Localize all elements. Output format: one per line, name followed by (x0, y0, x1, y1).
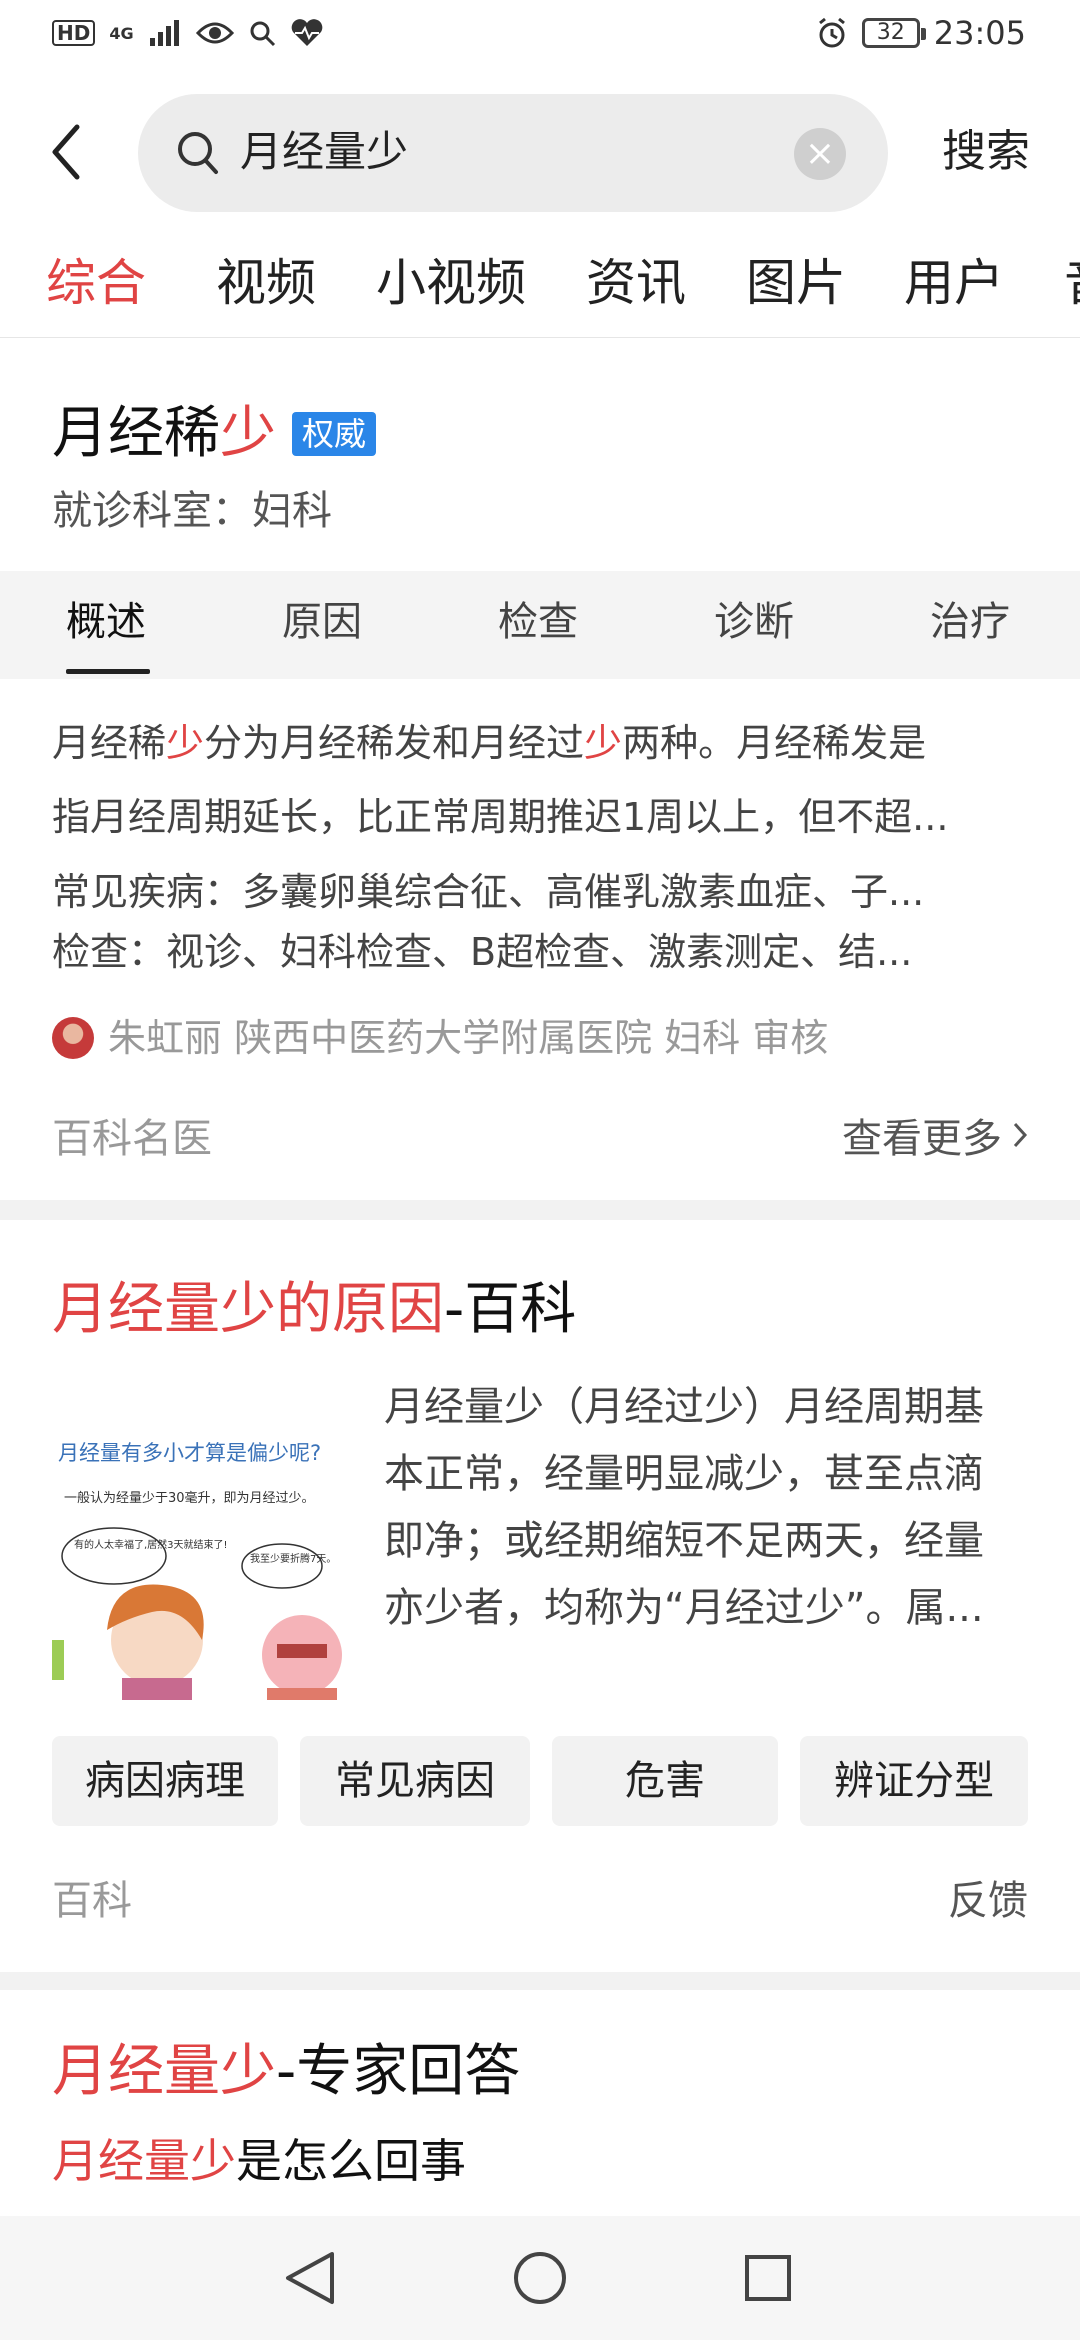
tab-short-video[interactable]: 小视频 (376, 248, 526, 318)
card1-title-row[interactable]: 月经稀少 权威 (52, 396, 377, 472)
chip-harm[interactable]: 危害 (552, 1736, 778, 1826)
square-recents-icon (745, 2255, 791, 2301)
card1-sub-tabs: 概述 原因 检查 诊断 治疗 (0, 571, 1080, 679)
search-input[interactable]: 月经量少 × (138, 94, 888, 212)
card2-source: 百科 (52, 1878, 132, 1924)
search-status-icon (250, 21, 275, 47)
subtab-examination[interactable]: 检查 (498, 591, 578, 653)
chip-syndrome-types[interactable]: 辨证分型 (800, 1736, 1028, 1826)
svg-text:我至少要折腾7天。: 我至少要折腾7天。 (250, 1552, 336, 1565)
svg-text:有的人太幸福了,居然3天就结束了!: 有的人太幸福了,居然3天就结束了! (74, 1538, 228, 1551)
status-bar: HD 4G 32 23:05 (0, 0, 1080, 76)
subtab-causes[interactable]: 原因 (282, 591, 362, 653)
article-excerpt[interactable]: 月经量少（月经过少）月经周期基 本正常，经量明显减少，甚至点滴 即净；或经期缩短… (384, 1374, 1034, 1642)
excerpt-line: 即净；或经期缩短不足两天，经量 (384, 1518, 984, 1564)
triangle-back-icon (286, 2252, 334, 2304)
battery-icon: 32 (861, 18, 926, 48)
nav-back-button[interactable] (278, 2246, 342, 2310)
card2-title[interactable]: 月经量少的原因-百科 (52, 1270, 576, 1350)
search-query[interactable]: 月经量少 (240, 122, 408, 182)
reviewer-row[interactable]: 朱虹丽 陕西中医药大学附属医院 妇科 审核 (52, 1010, 828, 1066)
article-thumbnail[interactable]: 月经量有多小才算是偏少呢? 一般认为经量少于30毫升，即为月经过少。 有的人太幸… (52, 1390, 362, 1700)
search-button[interactable]: 搜索 (942, 116, 1030, 188)
tab-images[interactable]: 图片 (746, 248, 846, 318)
summary-line-2[interactable]: 指月经周期延长，比正常周期推迟1周以上，但不超... (52, 780, 1037, 854)
clear-search-button[interactable]: × (794, 128, 846, 180)
subtab-diagnosis[interactable]: 诊断 (714, 591, 794, 653)
signal-icon (149, 20, 179, 46)
card3-title[interactable]: 月经量少-专家回答 (52, 2032, 520, 2112)
tab-video[interactable]: 视频 (216, 248, 316, 318)
summary-line-1[interactable]: 月经稀少分为月经稀发和月经过少两种。月经稀发是 (52, 706, 1037, 780)
nav-home-button[interactable] (508, 2246, 572, 2310)
medical-knowledge-card: 月经稀少 权威 就诊科室：妇科 概述 原因 检查 诊断 治疗 月经稀少分为月经稀… (0, 338, 1080, 1200)
active-tab-indicator (66, 669, 150, 674)
hd-indicator: HD (52, 20, 96, 46)
view-more-link[interactable]: 查看更多 (842, 1106, 1028, 1164)
network-type: 4G (109, 23, 134, 43)
nav-recents-button[interactable] (736, 2246, 800, 2310)
svg-text:月经量有多小才算是偏少呢?: 月经量有多小才算是偏少呢? (58, 1441, 321, 1465)
encyclopedia-card: 月经量少的原因-百科 月经量有多小才算是偏少呢? 一般认为经量少于30毫升，即为… (0, 1220, 1080, 1972)
tab-general[interactable]: 综合 (46, 248, 146, 318)
chip-pathology[interactable]: 病因病理 (52, 1736, 278, 1826)
card1-source: 百科名医 (52, 1116, 212, 1162)
search-icon (178, 132, 218, 174)
category-tabs: 综合 视频 小视频 资讯 图片 用户 音 (0, 228, 1080, 338)
tab-news[interactable]: 资讯 (586, 248, 686, 318)
examinations[interactable]: 检查：视诊、妇科检查、B超检查、激素测定、结... (52, 922, 1012, 982)
subtab-treatment[interactable]: 治疗 (930, 591, 1010, 653)
back-arrow-icon (52, 124, 80, 180)
status-right: 32 23:05 (816, 14, 1026, 52)
close-icon: × (804, 133, 836, 174)
card3-question[interactable]: 月经量少是怎么回事 (52, 2128, 466, 2194)
tab-users[interactable]: 用户 (904, 248, 1004, 318)
health-heart-icon (291, 19, 322, 46)
reviewer-info: 朱虹丽 陕西中医药大学附属医院 妇科 审核 (108, 1016, 829, 1060)
svg-text:一般认为经量少于30毫升，即为月经过少。: 一般认为经量少于30毫升，即为月经过少。 (64, 1490, 315, 1506)
view-more-label: 查看更多 (842, 1116, 1002, 1162)
excerpt-line: 亦少者，均称为“月经过少”。属... (384, 1585, 984, 1631)
excerpt-line: 月经量少（月经过少）月经周期基 (384, 1384, 984, 1430)
cartoon-illustration: 月经量有多小才算是偏少呢? 一般认为经量少于30毫升，即为月经过少。 有的人太幸… (52, 1390, 362, 1700)
system-nav-bar (0, 2216, 1080, 2340)
chip-common-causes[interactable]: 常见病因 (300, 1736, 530, 1826)
alarm-icon (818, 17, 845, 48)
subtab-overview[interactable]: 概述 (66, 591, 146, 653)
avatar (52, 1017, 94, 1059)
card1-title[interactable]: 月经稀少 (52, 396, 276, 472)
common-diseases[interactable]: 常见疾病：多囊卵巢综合征、高催乳激素血症、子... (52, 862, 1012, 922)
department-label: 就诊科室：妇科 (52, 488, 332, 534)
authority-badge: 权威 (292, 412, 377, 456)
eye-icon (195, 22, 234, 44)
tab-music[interactable]: 音 (1064, 248, 1080, 318)
excerpt-line: 本正常，经量明显减少，甚至点滴 (384, 1451, 984, 1497)
status-left: HD 4G (52, 18, 324, 48)
feedback-button[interactable]: 反馈 (948, 1868, 1028, 1926)
search-header: 月经量少 × 搜索 (0, 76, 1080, 228)
chevron-right-icon (1013, 1122, 1028, 1148)
expert-answer-card: 月经量少-专家回答 月经量少是怎么回事 (0, 1990, 1080, 2216)
status-time: 23:05 (933, 14, 1026, 52)
circle-home-icon (514, 2252, 566, 2304)
back-button[interactable] (34, 116, 98, 188)
